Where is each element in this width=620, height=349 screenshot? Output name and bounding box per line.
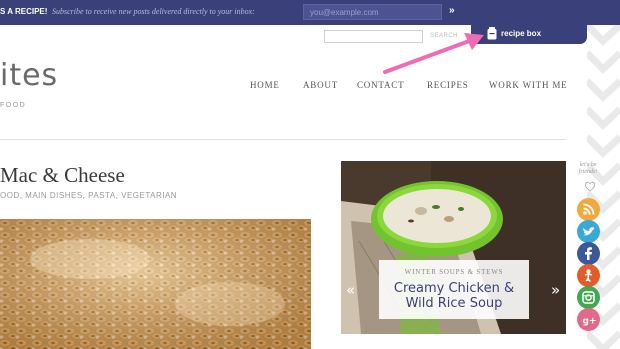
post-categories[interactable]: OOD, MAIN DISHES, PASTA, VEGETARIAN [0,191,177,200]
nav-item-recipes[interactable]: RECIPES [427,80,469,90]
svg-text:g+: g+ [583,317,597,327]
social-heading-line-2: friends! [578,169,598,175]
nav-item-home[interactable]: HOME [250,80,280,90]
pinterest-button[interactable] [577,264,600,287]
twitter-icon [583,227,595,236]
featured-slider[interactable]: WINTER SOUPS & STEWS Creamy Chicken & Wi… [341,161,566,334]
slide-title-line-2: Wild Rice Soup [405,296,503,311]
post-title[interactable]: Mac & Cheese [0,163,125,188]
site-tagline: FOOD [0,102,27,109]
slide-caption[interactable]: WINTER SOUPS & STEWS Creamy Chicken & Wi… [379,260,529,319]
mac-and-cheese-photo[interactable] [0,219,311,349]
twitter-button[interactable] [577,220,600,243]
google-plus-button[interactable]: g+ [577,308,600,331]
slide-title[interactable]: Creamy Chicken & Wild Rice Soup [379,281,529,311]
slide-title-line-1: Creamy Chicken & [393,281,515,296]
instagram-icon [582,291,595,304]
slide-category: WINTER SOUPS & STEWS [404,268,504,276]
heart-doodle-icon [584,181,596,192]
rss-button[interactable] [577,198,600,221]
social-heading: let's be friends! [573,162,603,176]
facebook-button[interactable] [577,242,600,265]
site-logo[interactable]: ites [0,58,58,93]
nav-item-about[interactable]: ABOUT [303,80,338,90]
facebook-icon [585,247,592,260]
subscribe-text: Subscribe to receive new posts delivered… [52,7,255,16]
rss-icon [583,203,595,215]
nav-item-contact[interactable]: CONTACT [357,80,404,90]
subscribe-bar: S A RECIPE! Subscribe to receive new pos… [0,0,620,25]
google-plus-icon: g+ [583,317,597,327]
pinterest-icon [584,269,593,282]
slider-next-button[interactable]: » [551,281,560,299]
slider-prev-button[interactable]: « [346,281,355,299]
subscribe-heading: S A RECIPE! [0,7,48,16]
social-heading-line-1: let's be [579,162,597,168]
header-divider [0,139,566,140]
nav-item-work-with-me[interactable]: WORK WITH ME [489,80,567,90]
annotation-arrow-icon [383,33,484,74]
instagram-button[interactable] [577,286,600,309]
subscribe-submit-button[interactable]: » [449,5,455,16]
email-field[interactable]: you@example.com [303,4,442,20]
recipe-box-label: recipe box [501,29,542,38]
